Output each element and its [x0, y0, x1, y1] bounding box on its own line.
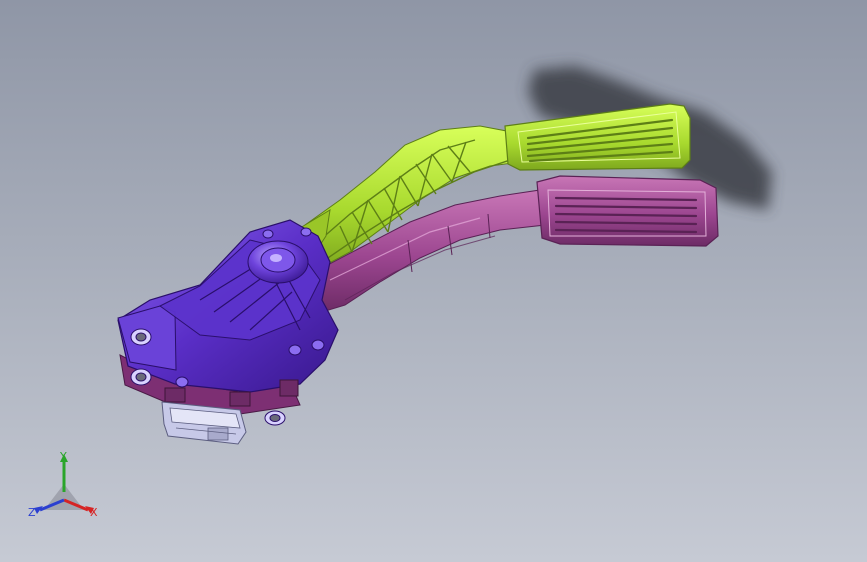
y-axis-label: Y — [59, 450, 67, 463]
z-axis-label: Z — [28, 506, 36, 519]
pedal-assembly-model[interactable] — [0, 0, 867, 562]
axis-triad[interactable]: Y X Z — [22, 448, 108, 528]
graphics-viewport[interactable]: Y X Z — [0, 0, 867, 562]
sensor-housing[interactable] — [117, 219, 339, 426]
x-axis-label: X — [90, 506, 98, 519]
